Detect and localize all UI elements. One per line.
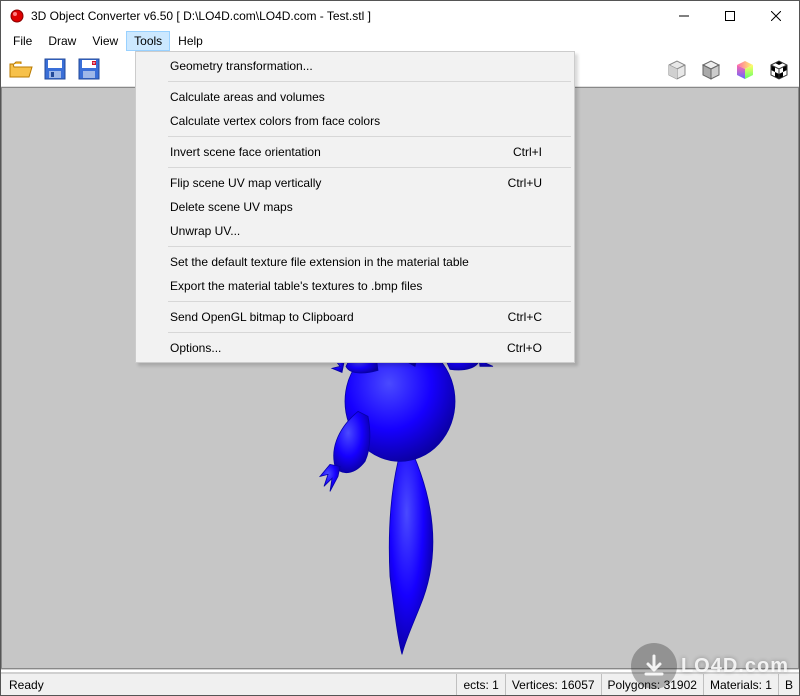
- save-icon: [44, 58, 66, 80]
- menu-tools[interactable]: Tools: [126, 31, 170, 51]
- status-vertices: Vertices: 16057: [505, 674, 601, 695]
- menu-set-default-texture-ext[interactable]: Set the default texture file extension i…: [138, 250, 572, 274]
- menu-separator: [168, 136, 571, 137]
- save-button[interactable]: [39, 53, 71, 85]
- status-materials: Materials: 1: [703, 674, 778, 695]
- status-ready: Ready: [1, 678, 456, 692]
- cube-icon: [664, 56, 690, 82]
- menu-separator: [168, 246, 571, 247]
- status-polygons: Polygons: 31902: [601, 674, 703, 695]
- title-bar: 3D Object Converter v6.50 [ D:\LO4D.com\…: [1, 1, 799, 31]
- cube-checker-button[interactable]: [763, 53, 795, 85]
- tools-dropdown: Geometry transformation... Calculate are…: [135, 51, 575, 363]
- menu-separator: [168, 301, 571, 302]
- save-as-icon: [78, 58, 100, 80]
- cube-gradient-button[interactable]: [729, 53, 761, 85]
- menu-view[interactable]: View: [84, 31, 126, 51]
- app-icon: [9, 8, 25, 24]
- status-objects: ects: 1: [456, 674, 504, 695]
- menu-send-opengl-clipboard[interactable]: Send OpenGL bitmap to ClipboardCtrl+C: [138, 305, 572, 329]
- menu-bar: File Draw View Tools Help: [1, 31, 799, 51]
- status-extra: B: [778, 674, 799, 695]
- menu-file[interactable]: File: [5, 31, 40, 51]
- menu-draw[interactable]: Draw: [40, 31, 84, 51]
- menu-delete-uv-maps[interactable]: Delete scene UV maps: [138, 195, 572, 219]
- status-bar: Ready ects: 1 Vertices: 16057 Polygons: …: [1, 673, 799, 695]
- open-button[interactable]: [5, 53, 37, 85]
- menu-calculate-areas-volumes[interactable]: Calculate areas and volumes: [138, 85, 572, 109]
- menu-help[interactable]: Help: [170, 31, 211, 51]
- cube-checker-icon: [766, 56, 792, 82]
- cube-plain-button[interactable]: [661, 53, 693, 85]
- cube-color-icon: [732, 56, 758, 82]
- close-button[interactable]: [753, 1, 799, 31]
- maximize-button[interactable]: [707, 1, 753, 31]
- minimize-button[interactable]: [661, 1, 707, 31]
- window-title: 3D Object Converter v6.50 [ D:\LO4D.com\…: [31, 9, 371, 23]
- menu-calculate-vertex-colors[interactable]: Calculate vertex colors from face colors: [138, 109, 572, 133]
- menu-export-textures-bmp[interactable]: Export the material table's textures to …: [138, 274, 572, 298]
- menu-unwrap-uv[interactable]: Unwrap UV...: [138, 219, 572, 243]
- open-icon: [9, 59, 33, 79]
- menu-geometry-transformation[interactable]: Geometry transformation...: [138, 54, 572, 78]
- cube-grey-icon: [698, 56, 724, 82]
- menu-flip-uv-vertically[interactable]: Flip scene UV map verticallyCtrl+U: [138, 171, 572, 195]
- menu-invert-face-orientation[interactable]: Invert scene face orientationCtrl+I: [138, 140, 572, 164]
- menu-options[interactable]: Options...Ctrl+O: [138, 336, 572, 360]
- cube-shaded-button[interactable]: [695, 53, 727, 85]
- menu-separator: [168, 167, 571, 168]
- menu-separator: [168, 81, 571, 82]
- menu-separator: [168, 332, 571, 333]
- save-as-button[interactable]: [73, 53, 105, 85]
